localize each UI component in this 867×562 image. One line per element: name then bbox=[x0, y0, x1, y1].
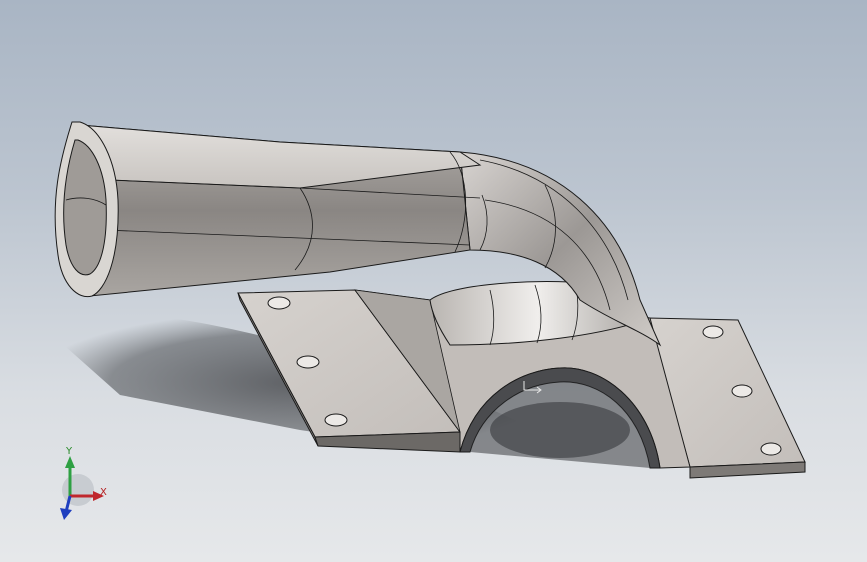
bolt-hole bbox=[267, 296, 291, 310]
bolt-hole bbox=[731, 384, 753, 398]
3d-model-view[interactable] bbox=[0, 0, 867, 562]
view-triad[interactable] bbox=[48, 444, 118, 524]
triad-y-label: Y bbox=[66, 446, 73, 457]
bolt-hole bbox=[296, 355, 320, 369]
bolt-hole bbox=[702, 325, 724, 339]
tube-body bbox=[79, 124, 482, 297]
bolt-hole bbox=[760, 442, 782, 456]
graphics-viewport[interactable]: Y X bbox=[0, 0, 867, 562]
bolt-hole bbox=[324, 413, 348, 427]
triad-x-label: X bbox=[100, 487, 107, 498]
